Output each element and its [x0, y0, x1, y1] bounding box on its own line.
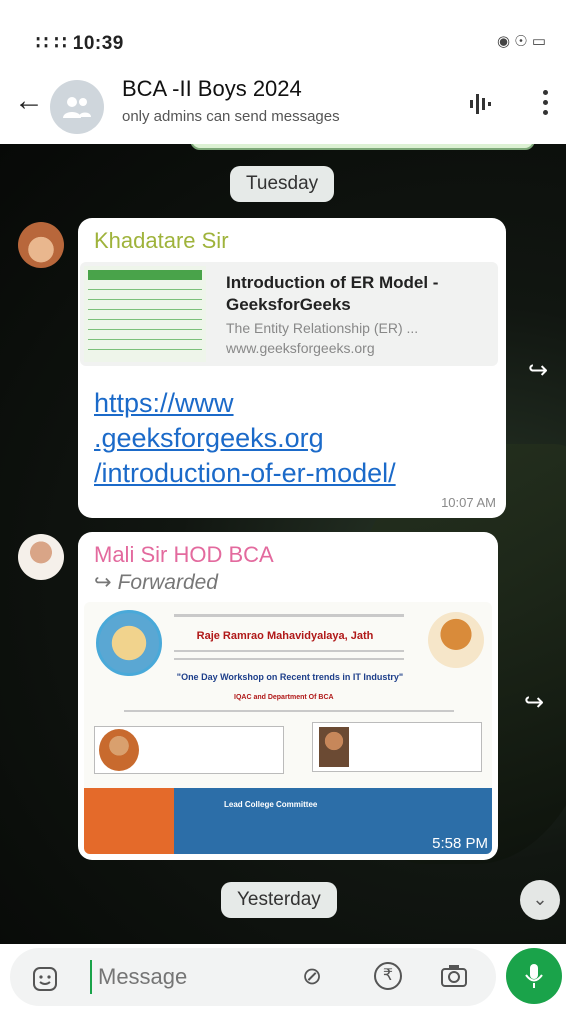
date-chip-tuesday: Tuesday — [230, 166, 335, 202]
mic-button[interactable] — [506, 948, 562, 1004]
status-left: ∷ ∷ 10:39 — [36, 32, 124, 55]
speaker-card — [312, 722, 482, 772]
date-chip-yesterday: Yesterday — [221, 882, 337, 918]
poster-footer-band — [84, 788, 492, 854]
back-arrow-icon[interactable]: ← — [14, 84, 44, 118]
voice-chat-icon[interactable] — [468, 90, 494, 123]
preview-host: www.geeksforgeeks.org — [226, 340, 375, 356]
attach-icon[interactable]: ⊘ — [302, 962, 322, 991]
message-time: 10:07 AM — [441, 495, 496, 510]
scroll-down-icon[interactable]: ⌄ — [520, 880, 560, 920]
message-link[interactable]: https://www .geeksforgeeks.org /introduc… — [94, 386, 396, 491]
speaker-card — [94, 726, 284, 774]
input-bar: ⊘ ₹ — [0, 944, 566, 1015]
college-logo — [96, 610, 162, 676]
group-avatar[interactable] — [50, 80, 104, 134]
sender-avatar[interactable] — [18, 222, 64, 268]
preview-thumbnail — [84, 266, 206, 362]
chat-area[interactable]: Tuesday Khadatare Sir Introduction of ER… — [0, 144, 566, 944]
chat-header: ← BCA -II Boys 2024 only admins can send… — [0, 68, 566, 144]
group-icon — [63, 97, 91, 118]
sticker-icon[interactable] — [32, 966, 58, 997]
status-right-icons: ◉ ☉ ▭ — [496, 33, 546, 50]
poster-organizer: IQAC and Department Of BCA — [234, 694, 334, 701]
forwarded-image[interactable]: Raje Ramrao Mahavidyalaya, Jath "One Day… — [84, 602, 492, 854]
status-time: 10:39 — [72, 33, 124, 54]
mic-icon — [525, 964, 543, 988]
chat-title[interactable]: BCA -II Boys 2024 — [122, 76, 302, 102]
sender-name[interactable]: Mali Sir HOD BCA — [94, 542, 274, 568]
sender-name[interactable]: Khadatare Sir — [94, 228, 229, 254]
forward-share-icon[interactable]: ↪ — [528, 356, 548, 385]
preview-title: Introduction of ER Model - GeeksforGeeks — [226, 273, 439, 314]
payment-icon[interactable]: ₹ — [374, 962, 402, 990]
signal-icons: ∷ ∷ — [36, 33, 67, 54]
message-time: 5:58 PM — [432, 835, 488, 852]
chat-subtitle: only admins can send messages — [122, 108, 340, 125]
status-bar: ∷ ∷ 10:39 ◉ ☉ ▭ — [0, 0, 566, 68]
forward-share-icon[interactable]: ↪ — [524, 688, 544, 717]
preview-description: The Entity Relationship (ER) ... — [226, 320, 419, 336]
portrait-image — [428, 612, 484, 668]
poster-college-name: Raje Ramrao Mahavidyalaya, Jath — [196, 630, 374, 642]
forwarded-icon: ↪ — [94, 571, 112, 594]
message-input[interactable] — [90, 960, 270, 994]
poster-band-text: Lead College Committee — [224, 800, 318, 809]
link-preview[interactable]: Introduction of ER Model - GeeksforGeeks… — [80, 262, 498, 366]
message-bubble[interactable]: Khadatare Sir Introduction of ER Model -… — [78, 218, 506, 518]
message-input-pill[interactable]: ⊘ ₹ — [10, 948, 496, 1006]
previous-message-edge — [190, 144, 535, 150]
forwarded-label: ↪ Forwarded — [94, 571, 218, 594]
sender-avatar[interactable] — [18, 534, 64, 580]
more-options-icon[interactable] — [543, 90, 549, 120]
message-bubble[interactable]: Mali Sir HOD BCA ↪ Forwarded Raje Ramrao … — [78, 532, 498, 860]
poster-workshop-title: "One Day Workshop on Recent trends in IT… — [176, 672, 404, 682]
camera-icon[interactable] — [440, 964, 468, 993]
